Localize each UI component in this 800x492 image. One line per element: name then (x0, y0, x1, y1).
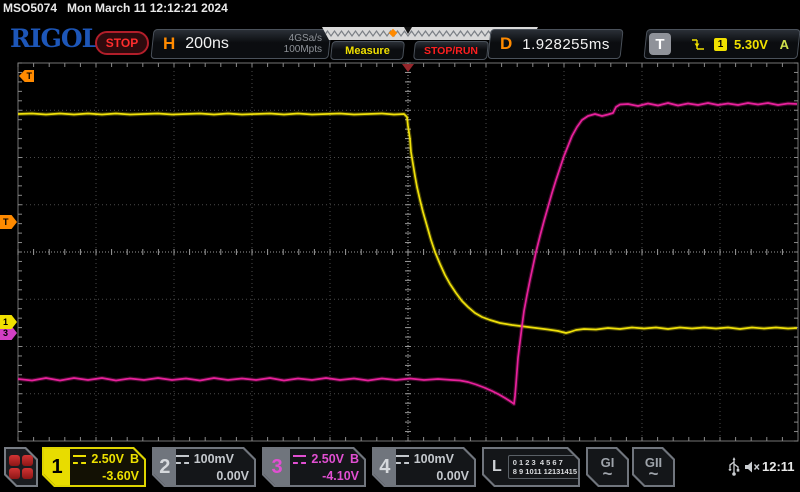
channel-1-tab[interactable]: 1 2.50V B -3.60V (42, 447, 146, 487)
dc-coupling-icon (73, 455, 86, 465)
generator-2-button[interactable]: GII ~ (632, 447, 675, 487)
channel-2-number: 2 (154, 449, 176, 485)
logic-channel-numbers: 0 1 2 3 4 5 6 78 9 1011 12131415 (508, 455, 582, 479)
scope-display[interactable] (0, 0, 800, 492)
channel-3-tab[interactable]: 3 2.50V B -4.10V (262, 447, 366, 487)
channel-4-info: 100mV 0.00V (396, 449, 474, 485)
channel-4-number: 4 (374, 449, 396, 485)
channel-4-scale: 100mV (414, 451, 454, 468)
sine-wave-icon: ~ (603, 469, 613, 479)
logic-label: L (492, 458, 502, 476)
channel-4-offset: 0.00V (396, 468, 469, 485)
channel-2-scale: 100mV (194, 451, 234, 468)
channel-1-scale: 2.50V (91, 451, 124, 468)
dc-coupling-icon (176, 455, 189, 465)
channel-3-offset: -4.10V (290, 468, 359, 485)
dc-coupling-icon (396, 455, 409, 465)
channel-3-bandwidth: B (344, 451, 359, 468)
clock: 12:11 (762, 459, 795, 474)
channel-1-number: 1 (44, 449, 70, 485)
channel-3-number: 3 (264, 449, 290, 485)
usb-icon (728, 457, 740, 477)
channel-4-tab[interactable]: 4 100mV 0.00V (372, 447, 476, 487)
channel-1-offset: -3.60V (70, 468, 139, 485)
apps-grid-icon (9, 455, 33, 479)
channel-3-info: 2.50V B -4.10V (290, 449, 364, 485)
dc-coupling-icon (293, 455, 306, 465)
channel-1-bandwidth: B (124, 451, 139, 468)
speaker-muted-icon (744, 460, 761, 474)
sine-wave-icon: ~ (649, 469, 659, 479)
oscilloscope-screen: { "header": { "model": "MSO5074", "datet… (0, 0, 800, 492)
channel-2-offset: 0.00V (176, 468, 249, 485)
delay-position-marker (402, 64, 414, 72)
logic-channels-tab[interactable]: L 0 1 2 3 4 5 6 78 9 1011 12131415 (482, 447, 580, 487)
channel-2-tab[interactable]: 2 100mV 0.00V (152, 447, 256, 487)
channel-1-info: 2.50V B -3.60V (70, 449, 144, 485)
channel-3-scale: 2.50V (311, 451, 344, 468)
generator-1-button[interactable]: GI ~ (586, 447, 629, 487)
channel-2-info: 100mV 0.00V (176, 449, 254, 485)
